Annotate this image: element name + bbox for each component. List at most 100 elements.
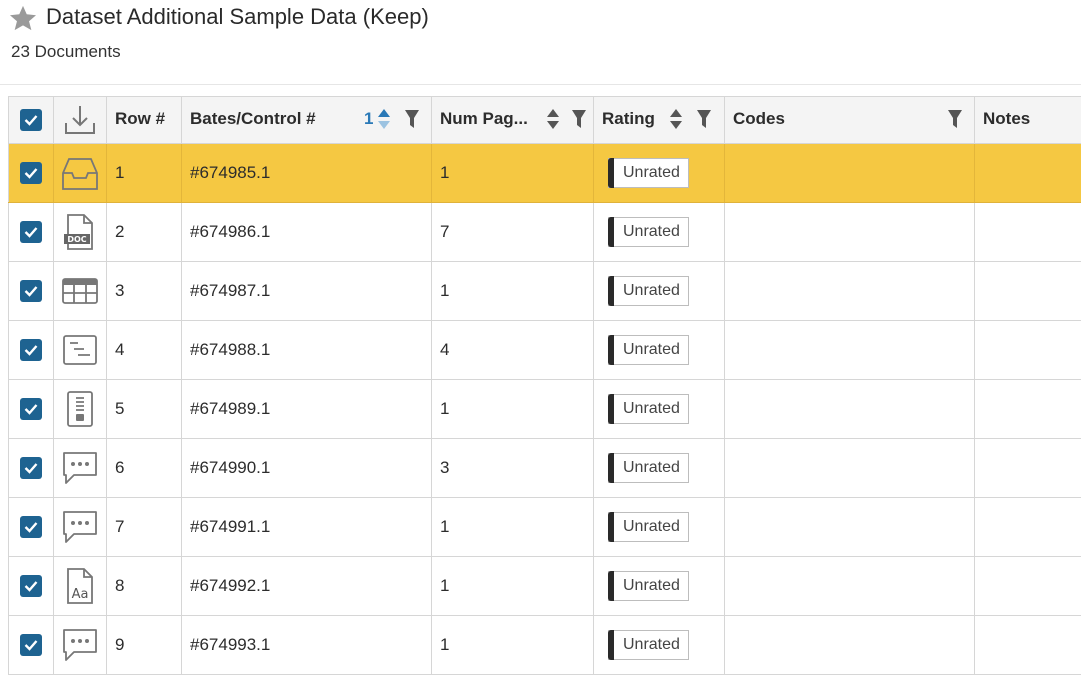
table-row[interactable]: 6#674990.13Unrated — [9, 439, 1081, 498]
pages-cell: 1 — [432, 557, 594, 616]
codes-cell[interactable] — [725, 144, 975, 203]
pages-cell: 1 — [432, 616, 594, 675]
column-header-rating[interactable]: Rating — [594, 97, 725, 144]
rating-button[interactable]: Unrated — [608, 335, 689, 365]
row-checkbox[interactable] — [20, 339, 42, 361]
row-checkbox[interactable] — [20, 162, 42, 184]
row-checkbox[interactable] — [20, 280, 42, 302]
rating-label: Unrated — [623, 223, 680, 241]
favorite-star-icon[interactable] — [8, 5, 38, 31]
column-header-notes[interactable]: Notes — [975, 97, 1081, 144]
bates-cell[interactable]: #674985.1 — [182, 144, 432, 203]
table-row[interactable]: Aa8#674992.11Unrated — [9, 557, 1081, 616]
row-checkbox[interactable] — [20, 398, 42, 420]
notes-cell[interactable] — [975, 557, 1081, 616]
notes-column-label: Notes — [983, 109, 1030, 129]
table-row[interactable]: 7#674991.11Unrated — [9, 498, 1081, 557]
bates-cell[interactable]: #674993.1 — [182, 616, 432, 675]
notes-cell[interactable] — [975, 498, 1081, 557]
inbox-icon[interactable] — [60, 153, 100, 193]
font-file-icon[interactable]: Aa — [60, 566, 100, 606]
rating-button[interactable]: Unrated — [608, 512, 689, 542]
table-row[interactable]: DOC2#674986.17Unrated — [9, 203, 1081, 262]
table-row[interactable]: 4 #674988.1 4 Unrated — [9, 321, 1081, 380]
download-icon[interactable] — [63, 103, 97, 137]
rating-label: Unrated — [623, 341, 680, 359]
table-row[interactable]: 3#674987.11Unrated — [9, 262, 1081, 321]
sort-ascending-icon[interactable] — [377, 107, 391, 131]
doc-file-icon[interactable]: DOC — [60, 212, 100, 252]
pages-cell: 1 — [432, 380, 594, 439]
row-checkbox[interactable] — [20, 457, 42, 479]
codes-cell[interactable] — [725, 321, 975, 380]
row-checkbox[interactable] — [20, 221, 42, 243]
bates-number: #674991.1 — [190, 517, 270, 536]
row-checkbox[interactable] — [20, 575, 42, 597]
column-header-bates[interactable]: Bates/Control # 1 — [182, 97, 432, 144]
rating-button[interactable]: Unrated — [608, 276, 689, 306]
codes-cell[interactable] — [725, 203, 975, 262]
archive-file-icon[interactable] — [60, 389, 100, 429]
codes-cell[interactable] — [725, 439, 975, 498]
rating-button[interactable]: Unrated — [608, 158, 689, 188]
codes-cell[interactable] — [725, 498, 975, 557]
bates-cell[interactable]: #674989.1 — [182, 380, 432, 439]
page-count: 4 — [440, 340, 449, 359]
row-checkbox[interactable] — [20, 516, 42, 538]
notes-cell[interactable] — [975, 439, 1081, 498]
row-checkbox-cell — [9, 321, 54, 380]
table-row[interactable]: 9#674993.11Unrated — [9, 616, 1081, 675]
table-row[interactable]: 5#674989.11Unrated — [9, 380, 1081, 439]
rating-button[interactable]: Unrated — [608, 571, 689, 601]
row-checkbox[interactable] — [20, 634, 42, 656]
rating-cell: Unrated — [594, 498, 725, 557]
spreadsheet-icon[interactable] — [60, 271, 100, 311]
rating-button[interactable]: Unrated — [608, 453, 689, 483]
filter-icon[interactable] — [697, 108, 711, 130]
notes-cell[interactable] — [975, 380, 1081, 439]
bates-cell[interactable]: #674992.1 — [182, 557, 432, 616]
bates-cell[interactable]: #674990.1 — [182, 439, 432, 498]
codes-cell[interactable] — [725, 380, 975, 439]
filter-icon[interactable] — [405, 108, 419, 130]
rating-label: Unrated — [623, 282, 680, 300]
rating-cell: Unrated — [594, 439, 725, 498]
table-row[interactable]: 1#674985.11Unrated — [9, 144, 1081, 203]
notes-cell[interactable] — [975, 203, 1081, 262]
row-number-cell: 7 — [107, 498, 182, 557]
bates-cell[interactable]: #674988.1 — [182, 321, 432, 380]
notes-cell[interactable] — [975, 616, 1081, 675]
row-number: 3 — [115, 281, 124, 300]
filter-icon[interactable] — [572, 108, 586, 130]
chat-icon[interactable] — [60, 625, 100, 665]
outline-doc-icon[interactable] — [60, 330, 100, 370]
rating-label: Unrated — [623, 577, 680, 595]
chat-icon[interactable] — [60, 507, 100, 547]
bates-cell[interactable]: #674991.1 — [182, 498, 432, 557]
bates-cell[interactable]: #674987.1 — [182, 262, 432, 321]
sort-icon[interactable] — [669, 107, 683, 131]
notes-cell[interactable] — [975, 144, 1081, 203]
row-number-cell: 2 — [107, 203, 182, 262]
column-header-row[interactable]: Row # — [107, 97, 182, 144]
column-header-codes[interactable]: Codes — [725, 97, 975, 144]
codes-cell[interactable] — [725, 616, 975, 675]
codes-cell[interactable] — [725, 262, 975, 321]
notes-cell[interactable] — [975, 321, 1081, 380]
sort-icon[interactable] — [546, 107, 560, 131]
rating-button[interactable]: Unrated — [608, 630, 689, 660]
chat-icon[interactable] — [60, 448, 100, 488]
select-all-checkbox[interactable] — [20, 109, 42, 131]
filter-icon[interactable] — [948, 108, 962, 130]
row-number: 1 — [115, 163, 124, 182]
rating-button[interactable]: Unrated — [608, 394, 689, 424]
row-number: 4 — [115, 340, 124, 359]
bates-cell[interactable]: #674986.1 — [182, 203, 432, 262]
row-number: 2 — [115, 222, 124, 241]
row-number-cell: 3 — [107, 262, 182, 321]
codes-cell[interactable] — [725, 557, 975, 616]
row-checkbox-cell — [9, 144, 54, 203]
rating-button[interactable]: Unrated — [608, 217, 689, 247]
notes-cell[interactable] — [975, 262, 1081, 321]
column-header-pages[interactable]: Num Pag... — [432, 97, 594, 144]
